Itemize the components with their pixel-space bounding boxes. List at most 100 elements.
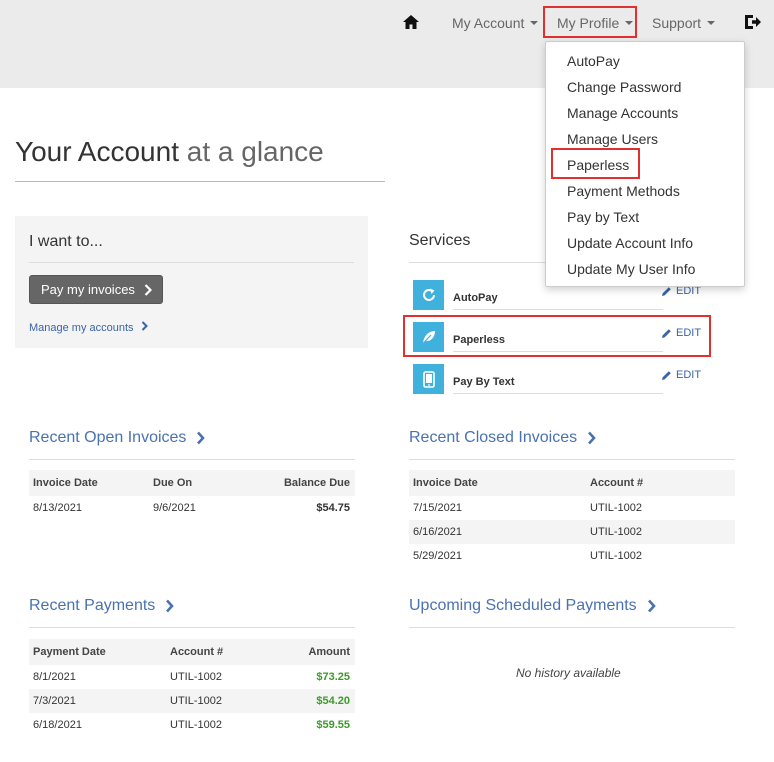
menu-item-update-account-info[interactable]: Update Account Info: [567, 233, 693, 253]
cell-payment-date: 8/1/2021: [33, 671, 76, 683]
closed-invoices-table: Invoice Date Account # 7/15/2021 UTIL-10…: [409, 470, 735, 568]
cell-invoice-date: 6/16/2021: [413, 526, 462, 538]
pay-invoices-button[interactable]: Pay my invoices: [29, 275, 163, 304]
page-title-main: Your Account: [15, 136, 179, 167]
highlight-paperless-menu: [551, 148, 640, 179]
nav-support[interactable]: Support: [652, 13, 716, 33]
table-row[interactable]: 6/16/2021 UTIL-1002: [409, 520, 735, 544]
service-label-autopay: AutoPay: [453, 292, 498, 304]
open-invoices-table: Invoice Date Due On Balance Due 8/13/202…: [29, 470, 355, 520]
section-divider: [409, 459, 735, 460]
chevron-right-icon: [141, 321, 148, 331]
nav-my-account[interactable]: My Account: [452, 13, 539, 33]
col-header: Payment Date: [33, 646, 106, 658]
menu-item-manage-accounts[interactable]: Manage Accounts: [567, 103, 678, 123]
home-icon[interactable]: [402, 14, 420, 30]
table-header-row: Invoice Date Account #: [409, 470, 735, 496]
refresh-icon: [413, 280, 444, 310]
logout-icon[interactable]: [744, 14, 762, 30]
pay-invoices-label: Pay my invoices: [41, 282, 135, 297]
highlight-paperless-service: [403, 315, 711, 357]
cell-payment-date: 7/3/2021: [33, 695, 76, 707]
manage-accounts-link[interactable]: Manage my accounts: [29, 321, 148, 334]
chevron-right-icon: [588, 431, 596, 445]
table-row[interactable]: 6/18/2021 UTIL-1002 $59.55: [29, 713, 355, 737]
service-divider: [453, 393, 663, 394]
menu-item-pay-by-text[interactable]: Pay by Text: [567, 207, 639, 227]
cell-account: UTIL-1002: [170, 695, 222, 707]
cell-amount: $59.55: [316, 719, 350, 731]
no-history-message: No history available: [516, 666, 621, 680]
table-header-row: Invoice Date Due On Balance Due: [29, 470, 355, 496]
pencil-icon: [662, 370, 671, 380]
col-header: Balance Due: [283, 477, 350, 489]
service-row-pay-by-text: Pay By Text EDIT: [413, 364, 705, 394]
caret-down-icon: [707, 21, 716, 25]
service-label-pay-by-text: Pay By Text: [453, 376, 515, 388]
cell-amount: $54.20: [316, 695, 350, 707]
chevron-right-icon: [144, 283, 152, 296]
cell-amount: $73.25: [316, 671, 350, 683]
i-want-to-divider: [29, 262, 354, 263]
cell-due-on: 9/6/2021: [153, 502, 196, 514]
title-divider: [15, 181, 385, 182]
recent-closed-invoices-title: Recent Closed Invoices: [409, 429, 578, 446]
edit-pay-by-text-button[interactable]: EDIT: [661, 369, 701, 381]
table-row[interactable]: 7/15/2021 UTIL-1002: [409, 496, 735, 520]
highlight-my-profile: [543, 6, 637, 38]
menu-item-manage-users[interactable]: Manage Users: [567, 129, 658, 149]
upcoming-scheduled-payments-link[interactable]: Upcoming Scheduled Payments: [409, 597, 656, 615]
table-row[interactable]: 8/13/2021 9/6/2021 $54.75: [29, 496, 355, 520]
cell-account: UTIL-1002: [590, 526, 642, 538]
cell-balance-due: $54.75: [316, 502, 350, 514]
menu-item-payment-methods[interactable]: Payment Methods: [567, 181, 680, 201]
cell-account: UTIL-1002: [170, 671, 222, 683]
manage-accounts-label: Manage my accounts: [29, 322, 134, 334]
section-divider: [409, 627, 735, 628]
menu-item-autopay[interactable]: AutoPay: [567, 51, 620, 71]
recent-payments-link[interactable]: Recent Payments: [29, 597, 175, 615]
table-row[interactable]: 7/3/2021 UTIL-1002 $54.20: [29, 689, 355, 713]
upcoming-scheduled-payments-title: Upcoming Scheduled Payments: [409, 597, 637, 614]
menu-item-update-my-user-info[interactable]: Update My User Info: [567, 259, 695, 279]
cell-invoice-date: 7/15/2021: [413, 502, 462, 514]
mobile-phone-icon: [413, 364, 444, 394]
col-header: Invoice Date: [413, 477, 478, 489]
col-header: Due On: [153, 477, 193, 489]
i-want-to-title: I want to...: [29, 233, 103, 250]
recent-open-invoices-link[interactable]: Recent Open Invoices: [29, 429, 206, 447]
nav-support-label: Support: [652, 15, 702, 31]
service-divider: [453, 309, 663, 310]
edit-label: EDIT: [676, 369, 702, 381]
i-want-to-panel: I want to... Pay my invoices Manage my a…: [15, 216, 368, 348]
section-divider: [29, 627, 355, 628]
nav-my-account-label: My Account: [452, 15, 525, 31]
pencil-icon: [662, 286, 671, 296]
table-row[interactable]: 8/1/2021 UTIL-1002 $73.25: [29, 665, 355, 689]
page-title-soft: at a glance: [186, 136, 324, 167]
payments-table: Payment Date Account # Amount 8/1/2021 U…: [29, 639, 355, 737]
page-title: Your Account at a glance: [15, 136, 324, 168]
table-header-row: Payment Date Account # Amount: [29, 639, 355, 665]
recent-closed-invoices-link[interactable]: Recent Closed Invoices: [409, 429, 596, 447]
cell-invoice-date: 8/13/2021: [33, 502, 82, 514]
section-divider: [29, 459, 355, 460]
recent-payments-title: Recent Payments: [29, 597, 156, 614]
cell-payment-date: 6/18/2021: [33, 719, 82, 731]
services-title: Services: [409, 232, 471, 249]
col-header: Amount: [308, 646, 350, 658]
chevron-right-icon: [197, 431, 206, 445]
cell-account: UTIL-1002: [590, 502, 642, 514]
col-header: Account #: [590, 477, 644, 489]
cell-account: UTIL-1002: [590, 550, 642, 562]
cell-account: UTIL-1002: [170, 719, 222, 731]
menu-item-change-password[interactable]: Change Password: [567, 77, 681, 97]
col-header: Invoice Date: [33, 477, 98, 489]
col-header: Account #: [170, 646, 224, 658]
table-row[interactable]: 5/29/2021 UTIL-1002: [409, 544, 735, 568]
chevron-right-icon: [647, 599, 656, 613]
caret-down-icon: [530, 21, 539, 25]
recent-open-invoices-title: Recent Open Invoices: [29, 429, 187, 446]
cell-invoice-date: 5/29/2021: [413, 550, 462, 562]
chevron-right-icon: [166, 599, 175, 613]
